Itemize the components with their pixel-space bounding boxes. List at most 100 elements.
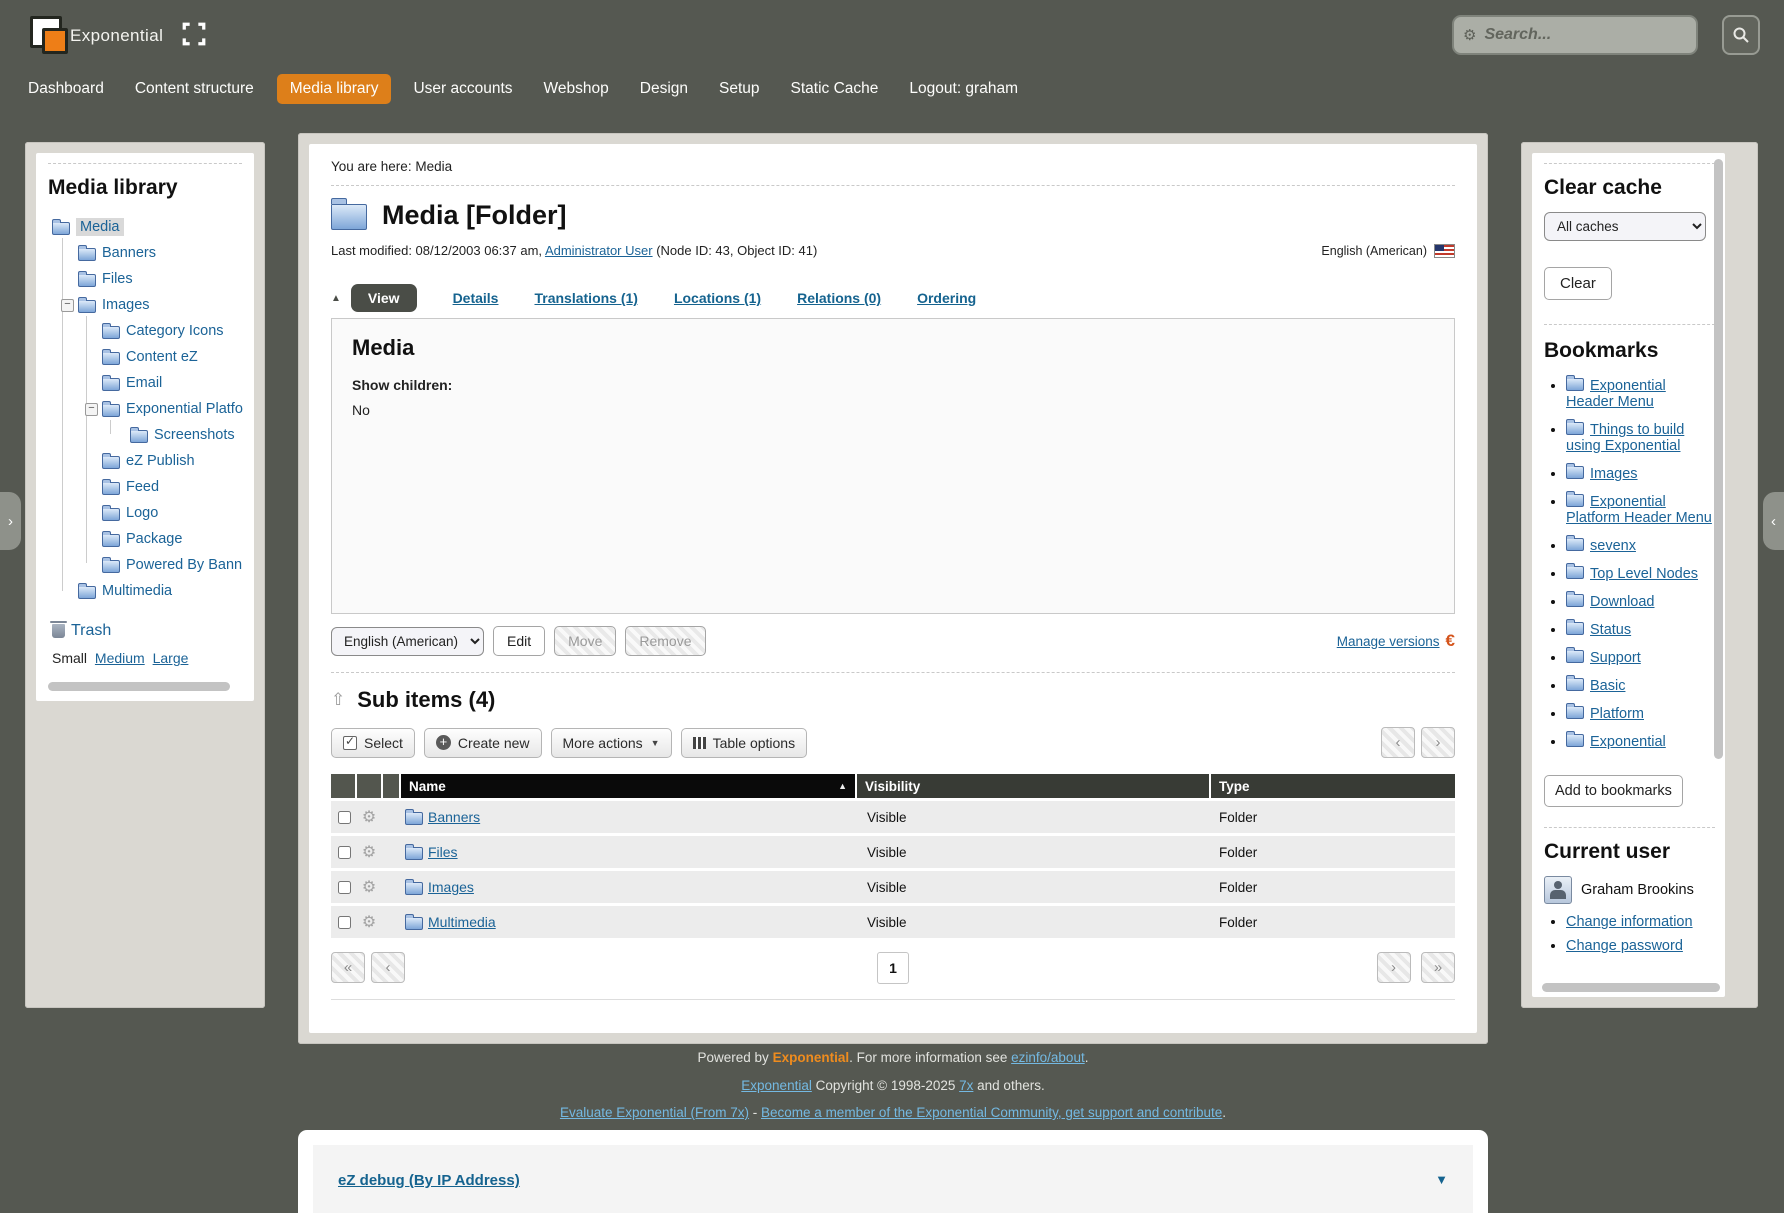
header-visibility[interactable]: Visibility — [857, 774, 1209, 798]
bookmark-link[interactable]: Exponential — [1590, 734, 1666, 750]
search-button[interactable] — [1722, 15, 1760, 55]
nav-logout[interactable]: Logout: graham — [907, 74, 1020, 104]
tree-item-logo[interactable]: Logo — [48, 500, 254, 526]
row-gear-icon[interactable]: ⚙ — [362, 877, 376, 897]
debug-caret-icon[interactable]: ▼ — [1435, 1172, 1448, 1187]
table-options-button[interactable]: Table options — [681, 728, 808, 758]
search-settings-icon[interactable]: ⚙ — [1463, 26, 1476, 44]
right-horizontal-scrollbar[interactable] — [1542, 983, 1720, 992]
sevenx-link[interactable]: 7x — [959, 1078, 973, 1093]
size-medium-link[interactable]: Medium — [95, 650, 145, 666]
add-to-bookmarks-button[interactable]: Add to bookmarks — [1544, 775, 1683, 807]
language-select[interactable]: English (American) — [331, 627, 484, 656]
bookmark-link[interactable]: Support — [1590, 650, 1641, 666]
tree-link[interactable]: Banners — [102, 245, 156, 261]
row-checkbox[interactable] — [338, 846, 351, 859]
tree-item-category-icons[interactable]: Category Icons — [48, 318, 254, 344]
evaluate-link[interactable]: Evaluate Exponential (From 7x) — [560, 1105, 749, 1120]
nav-media-library[interactable]: Media library — [277, 74, 392, 104]
tab-ordering[interactable]: Ordering — [917, 290, 976, 306]
nav-static-cache[interactable]: Static Cache — [789, 74, 881, 104]
page-next-button[interactable]: › — [1421, 727, 1455, 758]
nav-webshop[interactable]: Webshop — [542, 74, 611, 104]
page-last-button[interactable]: » — [1421, 952, 1455, 983]
nav-design[interactable]: Design — [638, 74, 690, 104]
page-first-button[interactable]: « — [331, 952, 365, 983]
bookmark-link[interactable]: Platform — [1590, 706, 1644, 722]
tab-view-active[interactable]: View — [351, 284, 417, 312]
ez-debug-link[interactable]: eZ debug (By IP Address) — [338, 1172, 520, 1189]
bookmark-link[interactable]: Images — [1590, 466, 1638, 482]
nav-dashboard[interactable]: Dashboard — [26, 74, 106, 104]
tree-item-media[interactable]: Media — [48, 214, 254, 240]
tab-translations[interactable]: Translations (1) — [534, 290, 637, 306]
nav-setup[interactable]: Setup — [717, 74, 762, 104]
collapse-left-panel-handle[interactable]: › — [0, 492, 21, 550]
tree-link[interactable]: Multimedia — [102, 583, 172, 599]
tree-link[interactable]: Files — [102, 271, 133, 287]
collapse-up-icon[interactable]: ⇧ — [331, 690, 345, 710]
tree-link[interactable]: Powered By Bann — [126, 557, 242, 573]
row-checkbox[interactable] — [338, 811, 351, 824]
community-link[interactable]: Become a member of the Exponential Commu… — [761, 1105, 1222, 1120]
page-next-button[interactable]: › — [1377, 952, 1411, 983]
tab-locations[interactable]: Locations (1) — [674, 290, 761, 306]
tree-link[interactable]: Screenshots — [154, 427, 235, 443]
tree-link[interactable]: Package — [126, 531, 182, 547]
tree-item-screenshots[interactable]: Screenshots — [48, 422, 254, 448]
nav-user-accounts[interactable]: User accounts — [411, 74, 514, 104]
more-actions-button[interactable]: More actions ▼ — [551, 728, 672, 758]
row-gear-icon[interactable]: ⚙ — [362, 912, 376, 932]
page-prev-button[interactable]: ‹ — [371, 952, 405, 983]
tab-details[interactable]: Details — [453, 290, 499, 306]
tree-item-email[interactable]: Email — [48, 370, 254, 396]
size-large-link[interactable]: Large — [153, 650, 189, 666]
header-name[interactable]: Name ▲ — [401, 774, 855, 798]
header-type[interactable]: Type — [1211, 774, 1455, 798]
exponential-link[interactable]: Exponential — [741, 1078, 812, 1093]
row-link-files[interactable]: Files — [428, 844, 458, 860]
row-gear-icon[interactable]: ⚙ — [362, 842, 376, 862]
tree-item-banners[interactable]: Banners — [48, 240, 254, 266]
tree-link[interactable]: Category Icons — [126, 323, 224, 339]
tree-item-content-ez[interactable]: Content eZ — [48, 344, 254, 370]
tab-relations[interactable]: Relations (0) — [797, 290, 881, 306]
tree-link[interactable]: Email — [126, 375, 162, 391]
trash-row[interactable]: Trash — [52, 622, 254, 640]
right-vertical-scrollbar[interactable] — [1714, 159, 1723, 759]
edit-button[interactable]: Edit — [493, 626, 545, 656]
tree-item-exponential-platform[interactable]: − Exponential Platfo — [48, 396, 254, 422]
tree-link[interactable]: eZ Publish — [126, 453, 195, 469]
tree-item-ez-publish[interactable]: eZ Publish — [48, 448, 254, 474]
collapse-expander-icon[interactable]: − — [61, 299, 74, 312]
select-button[interactable]: Select — [331, 728, 415, 758]
row-link-multimedia[interactable]: Multimedia — [428, 914, 496, 930]
modified-user-link[interactable]: Administrator User — [545, 243, 653, 258]
left-horizontal-scrollbar[interactable] — [48, 682, 230, 691]
row-link-banners[interactable]: Banners — [428, 809, 480, 825]
tree-link[interactable]: Content eZ — [126, 349, 198, 365]
change-information-link[interactable]: Change information — [1566, 914, 1693, 930]
row-checkbox[interactable] — [338, 916, 351, 929]
clear-cache-button[interactable]: Clear — [1544, 267, 1612, 300]
search-input[interactable] — [1482, 25, 1696, 45]
manage-versions-link[interactable]: Manage versions — [1337, 634, 1440, 649]
row-checkbox[interactable] — [338, 881, 351, 894]
tree-item-multimedia[interactable]: Multimedia — [48, 578, 254, 604]
tree-item-powered-by-banner[interactable]: Powered By Bann — [48, 552, 254, 578]
bookmark-link[interactable]: Basic — [1590, 678, 1625, 694]
ezinfo-about-link[interactable]: ezinfo/about — [1011, 1050, 1085, 1065]
row-link-images[interactable]: Images — [428, 879, 474, 895]
tree-link[interactable]: Feed — [126, 479, 159, 495]
bookmark-link[interactable]: Exponential Platform Header Menu — [1566, 494, 1712, 526]
create-new-button[interactable]: + Create new — [424, 728, 542, 758]
nav-content-structure[interactable]: Content structure — [133, 74, 256, 104]
collapse-expander-icon[interactable]: − — [85, 403, 98, 416]
page-prev-button[interactable]: ‹ — [1381, 727, 1415, 758]
bookmark-link[interactable]: Download — [1590, 594, 1655, 610]
fullscreen-icon[interactable] — [181, 21, 207, 47]
tree-item-files[interactable]: Files — [48, 266, 254, 292]
trash-link[interactable]: Trash — [71, 622, 111, 640]
tree-item-images[interactable]: − Images — [48, 292, 254, 318]
row-gear-icon[interactable]: ⚙ — [362, 807, 376, 827]
